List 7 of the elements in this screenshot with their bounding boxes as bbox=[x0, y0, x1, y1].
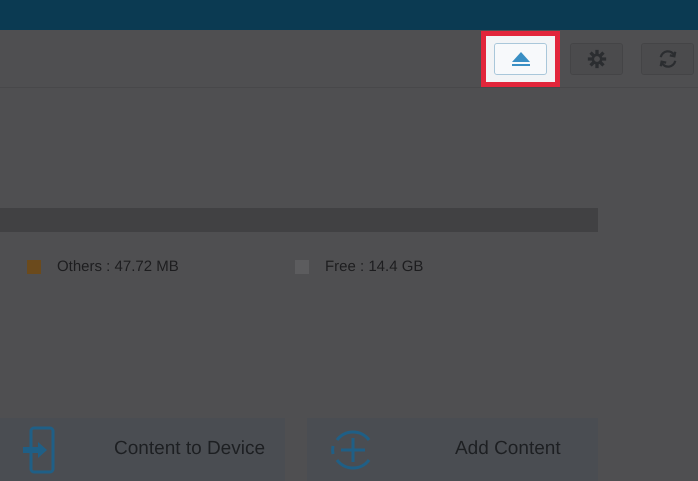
phone-arrow-icon bbox=[22, 426, 56, 474]
sync-button[interactable] bbox=[641, 42, 694, 74]
eject-button[interactable] bbox=[494, 42, 547, 74]
settings-button[interactable] bbox=[570, 42, 623, 74]
sync-icon bbox=[656, 48, 678, 68]
eject-icon bbox=[510, 50, 530, 66]
settings-icon bbox=[586, 48, 606, 68]
